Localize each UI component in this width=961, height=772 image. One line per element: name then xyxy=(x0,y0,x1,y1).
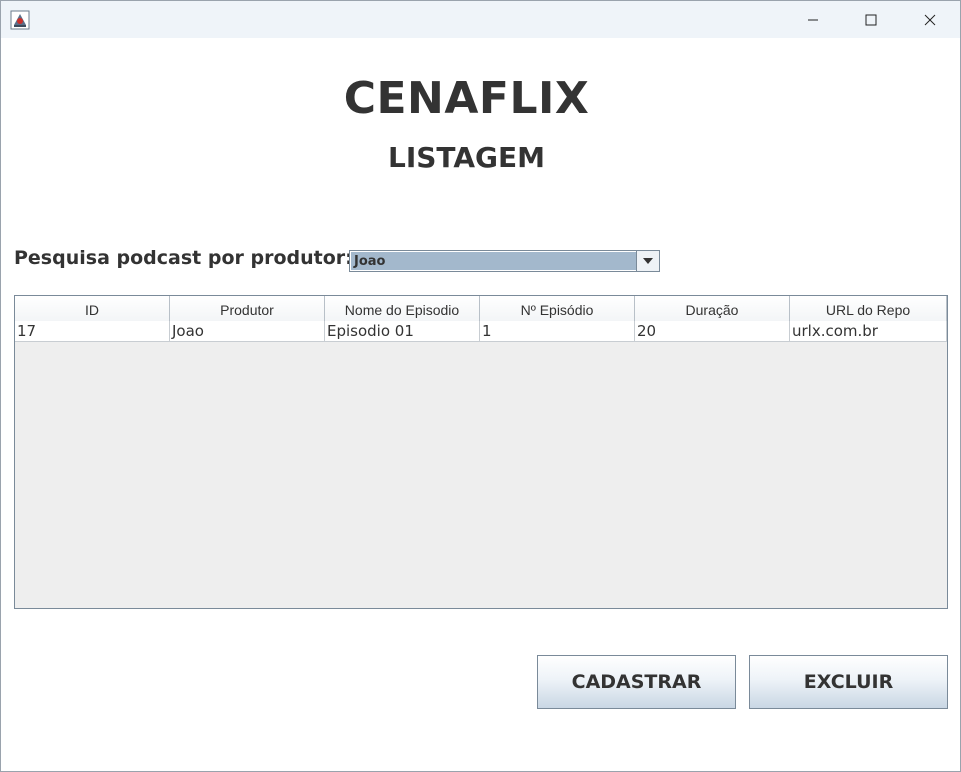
page-title: CENAFLIX xyxy=(343,73,590,124)
table-body: 17 Joao Episodio 01 1 20 urlx.com.br xyxy=(15,321,947,342)
search-label: Pesquisa podcast por produtor: xyxy=(14,247,353,269)
close-button[interactable] xyxy=(901,1,959,38)
app-window: CENAFLIX LISTAGEM Pesquisa podcast por p… xyxy=(0,0,961,772)
cadastrar-button[interactable]: CADASTRAR xyxy=(537,655,736,709)
java-app-icon[interactable] xyxy=(10,10,30,30)
column-header-url-repo[interactable]: URL do Repo xyxy=(790,296,947,321)
minimize-icon xyxy=(808,19,818,20)
column-header-duracao[interactable]: Duração xyxy=(635,296,790,321)
table-cell-nome-episodio[interactable]: Episodio 01 xyxy=(325,321,480,341)
table-cell-url-repo[interactable]: urlx.com.br xyxy=(790,321,947,341)
title-bar[interactable] xyxy=(1,1,960,38)
chevron-down-icon xyxy=(643,258,653,264)
table-header: ID Produtor Nome do Episodio Nº Episódio… xyxy=(15,296,947,322)
maximize-button[interactable] xyxy=(842,1,900,38)
maximize-icon xyxy=(865,14,877,25)
column-header-nome-episodio[interactable]: Nome do Episodio xyxy=(325,296,480,321)
table-cell-numero-episodio[interactable]: 1 xyxy=(480,321,635,341)
podcast-table[interactable]: ID Produtor Nome do Episodio Nº Episódio… xyxy=(14,295,948,609)
column-header-produtor[interactable]: Produtor xyxy=(170,296,325,321)
table-cell-duracao[interactable]: 20 xyxy=(635,321,790,341)
close-icon xyxy=(924,14,936,25)
table-row[interactable]: 17 Joao Episodio 01 1 20 urlx.com.br xyxy=(15,321,947,342)
producer-combobox-value: Joao xyxy=(351,252,636,270)
column-header-id[interactable]: ID xyxy=(15,296,170,321)
producer-combobox[interactable]: Joao xyxy=(349,250,660,272)
excluir-button[interactable]: EXCLUIR xyxy=(749,655,948,709)
table-cell-id[interactable]: 17 xyxy=(15,321,170,341)
column-header-numero-episodio[interactable]: Nº Episódio xyxy=(480,296,635,321)
combobox-arrow-button[interactable] xyxy=(636,251,659,271)
minimize-button[interactable] xyxy=(784,1,842,38)
table-cell-produtor[interactable]: Joao xyxy=(170,321,325,341)
page-subtitle: LISTAGEM xyxy=(388,141,545,174)
